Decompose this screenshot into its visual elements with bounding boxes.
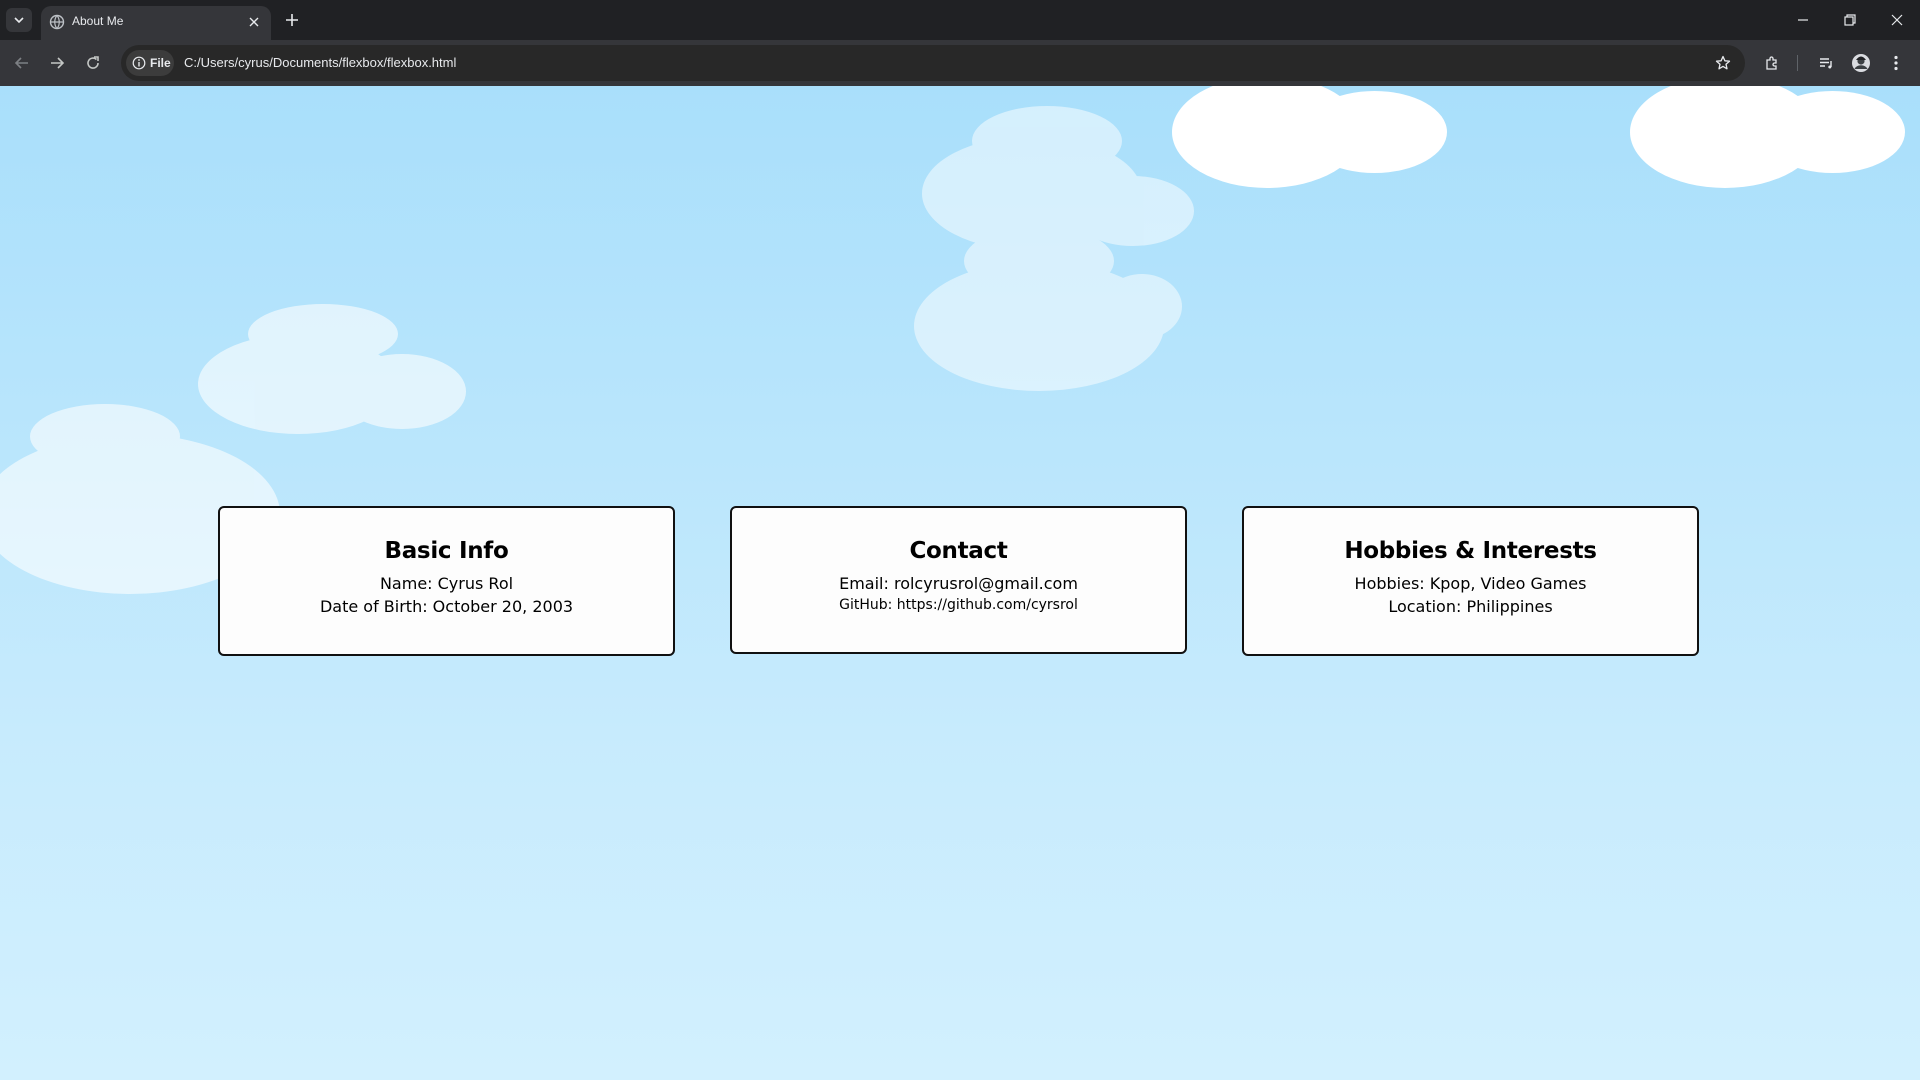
cloud xyxy=(1630,86,1905,188)
page-viewport: Basic Info Name: Cyrus Rol Date of Birth… xyxy=(0,86,1920,1080)
reload-icon xyxy=(87,56,99,69)
card-title: Contact xyxy=(909,538,1008,564)
card-title: Basic Info xyxy=(384,538,509,564)
menu-button[interactable] xyxy=(1885,49,1907,77)
card-row: Basic Info Name: Cyrus Rol Date of Birth… xyxy=(218,506,1702,660)
cloud xyxy=(1172,86,1447,188)
card-line-name: Name: Cyrus Rol xyxy=(379,574,514,593)
restore-icon xyxy=(1844,14,1856,26)
tab-list-icon xyxy=(14,17,24,24)
extensions-button[interactable] xyxy=(1758,49,1786,77)
restore-button[interactable] xyxy=(1827,0,1873,40)
extensions-icon xyxy=(1766,56,1777,70)
close-icon xyxy=(249,17,259,27)
tab-search-button[interactable] xyxy=(6,8,32,32)
bookmark-button[interactable] xyxy=(1711,51,1735,75)
site-chip-label: File xyxy=(150,56,171,70)
back-icon xyxy=(14,57,28,69)
cloud xyxy=(914,106,1197,406)
card-line-hobbies: Hobbies: Kpop, Video Games xyxy=(1354,574,1587,593)
card-line-birthdate: Date of Birth: October 20, 2003 xyxy=(319,597,574,616)
card-line-location: Location: Philippines xyxy=(1388,597,1553,616)
close-icon xyxy=(1891,14,1903,26)
new-tab-button[interactable] xyxy=(280,8,304,32)
contact-card: Contact Email: rolcyrusrol@gmail.com Git… xyxy=(730,506,1187,654)
minimize-button[interactable] xyxy=(1780,0,1826,40)
card-line-email: Email: rolcyrusrol@gmail.com xyxy=(839,574,1078,593)
site-info-chip[interactable]: File xyxy=(126,50,174,76)
plus-icon xyxy=(286,14,298,26)
back-button[interactable] xyxy=(8,49,36,77)
reload-button[interactable] xyxy=(79,49,107,77)
tab-about-me[interactable]: About Me xyxy=(41,6,271,40)
minimize-icon xyxy=(1798,19,1808,21)
globe-icon xyxy=(49,14,65,30)
profile-button[interactable] xyxy=(1847,49,1875,77)
url-text[interactable]: C:/Users/cyrus/Documents/flexbox/flexbox… xyxy=(184,55,456,70)
close-window-button[interactable] xyxy=(1874,0,1920,40)
media-icon xyxy=(1820,58,1832,69)
card-line-github: GitHub: https://github.com/cyrsrol xyxy=(839,597,1078,613)
toolbar-divider xyxy=(1797,55,1798,71)
tab-title: About Me xyxy=(72,14,124,28)
profile-icon xyxy=(1852,54,1870,72)
basic-info-card: Basic Info Name: Cyrus Rol Date of Birth… xyxy=(218,506,675,656)
media-controls-button[interactable] xyxy=(1812,49,1840,77)
star-icon xyxy=(1715,55,1731,70)
tab-close-button[interactable] xyxy=(245,13,263,31)
forward-button[interactable] xyxy=(43,49,71,77)
hobbies-card: Hobbies & Interests Hobbies: Kpop, Video… xyxy=(1242,506,1699,656)
card-title: Hobbies & Interests xyxy=(1344,538,1597,564)
forward-icon xyxy=(51,57,65,69)
tab-strip: About Me xyxy=(0,0,1920,40)
browser-toolbar: File C:/Users/cyrus/Documents/flexbox/fl… xyxy=(0,40,1920,86)
menu-icon xyxy=(1894,55,1898,71)
info-icon xyxy=(132,56,146,70)
address-bar[interactable]: File C:/Users/cyrus/Documents/flexbox/fl… xyxy=(121,45,1745,81)
